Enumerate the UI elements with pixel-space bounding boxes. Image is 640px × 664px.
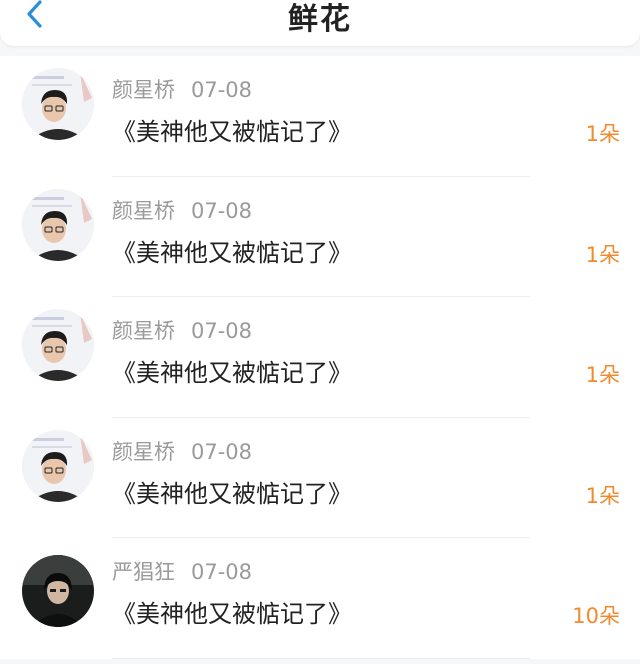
avatar-icon[interactable] [22,68,94,140]
avatar-icon[interactable] [22,188,94,261]
user-name: 颜星桥 [112,439,175,464]
book-title[interactable]: 《美神他又被惦记了》 [112,594,352,629]
book-title[interactable]: 《美神他又被惦记了》 [112,112,352,147]
gift-date: 07-08 [191,439,253,464]
gift-date: 07-08 [191,78,253,102]
flower-count: 10朵 [572,604,620,628]
top-bar: 鲜花 [0,0,640,46]
user-name: 颜星桥 [112,78,175,102]
flower-count: 1朵 [585,122,620,146]
gift-date: 07-08 [191,198,253,223]
book-title[interactable]: 《美神他又被惦记了》 [112,353,352,388]
row-divider [112,657,530,659]
flower-count: 1朵 [585,242,620,267]
flower-count: 1朵 [585,363,620,387]
avatar-icon[interactable] [22,429,94,502]
user-meta: 颜星桥 07-08 [112,195,252,225]
user-meta: 颜星桥 07-08 [112,436,252,466]
user-name: 严猖狂 [112,560,175,584]
gift-date: 07-08 [191,319,253,343]
flower-count: 1朵 [585,483,620,508]
user-meta: 严猖狂 07-08 [112,556,252,586]
gift-date: 07-08 [191,560,253,584]
list-item[interactable]: 颜星桥 07-08 《美神他又被惦记了》 1朵 [0,56,640,177]
list-item[interactable]: 颜星桥 07-08 《美神他又被惦记了》 1朵 [0,418,640,538]
user-name: 颜星桥 [112,319,175,343]
flower-gift-list: 颜星桥 07-08 《美神他又被惦记了》 1朵 颜星桥 07-08 《美神他又被惦记… [0,56,640,659]
user-name: 颜星桥 [112,198,175,223]
user-meta: 颜星桥 07-08 [112,315,252,345]
book-title[interactable]: 《美神他又被惦记了》 [112,233,352,268]
list-item[interactable]: 颜星桥 07-08 《美神他又被惦记了》 1朵 [0,297,640,418]
avatar-icon[interactable] [22,555,94,627]
page-title: 鲜花 [288,2,352,37]
user-meta: 颜星桥 07-08 [112,74,252,104]
list-item[interactable]: 颜星桥 07-08 《美神他又被惦记了》 1朵 [0,177,640,297]
avatar-icon[interactable] [22,309,94,381]
list-item[interactable]: 严猖狂 07-08 《美神他又被惦记了》 10朵 [0,538,640,659]
book-title[interactable]: 《美神他又被惦记了》 [112,474,352,509]
